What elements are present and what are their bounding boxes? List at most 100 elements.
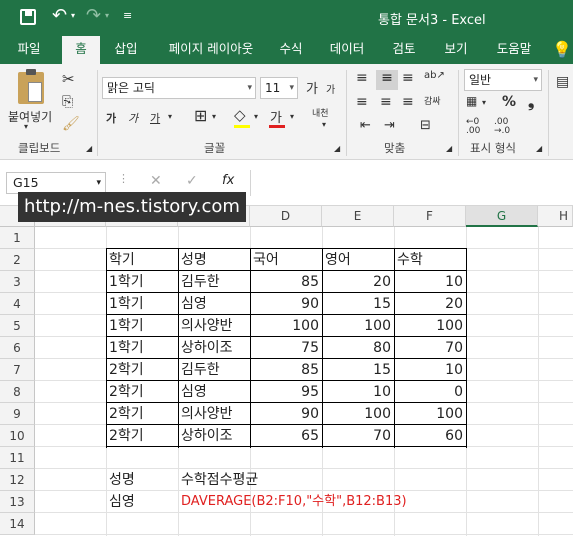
- table-cell[interactable]: 20: [322, 271, 394, 293]
- chevron-down-icon[interactable]: ▾: [322, 120, 326, 129]
- underline-button[interactable]: 가: [150, 110, 160, 126]
- column-header-e[interactable]: E: [322, 206, 394, 227]
- row-header-11[interactable]: 11: [0, 447, 35, 469]
- tab-formulas[interactable]: 수식: [272, 36, 310, 64]
- table-cell[interactable]: 85: [250, 359, 322, 381]
- table-cell[interactable]: 심영: [178, 293, 250, 315]
- table-cell[interactable]: 95: [250, 381, 322, 403]
- decrease-indent-icon[interactable]: ⇤: [360, 118, 371, 133]
- align-middle-icon[interactable]: ≡: [376, 70, 398, 90]
- grow-font-button[interactable]: 가: [306, 78, 318, 97]
- paste-icon[interactable]: [18, 69, 44, 104]
- name-box[interactable]: G15 ▾: [6, 172, 106, 194]
- row-header-14[interactable]: 14: [0, 513, 35, 535]
- align-bottom-icon[interactable]: ≡: [402, 70, 414, 86]
- row-header-7[interactable]: 7: [0, 359, 35, 381]
- table-cell[interactable]: 10: [394, 271, 466, 293]
- column-header-f[interactable]: F: [394, 206, 466, 227]
- copy-icon[interactable]: ⎘: [62, 94, 73, 110]
- table-cell[interactable]: 70: [394, 337, 466, 359]
- percent-icon[interactable]: %: [502, 94, 516, 110]
- fill-color-icon[interactable]: ◇: [234, 106, 250, 128]
- dialog-launcher-icon[interactable]: ◢: [446, 144, 452, 153]
- table-cell[interactable]: 100: [250, 315, 322, 337]
- row-header-2[interactable]: 2: [0, 249, 35, 271]
- row-header-1[interactable]: 1: [0, 227, 35, 249]
- table-cell[interactable]: 의사양반: [178, 315, 250, 337]
- row-header-13[interactable]: 13: [0, 491, 35, 513]
- table-cell[interactable]: 의사양반: [178, 403, 250, 425]
- tab-view[interactable]: 보기: [436, 36, 476, 64]
- cell-b13[interactable]: 심영: [106, 491, 178, 513]
- cell-c13-formula[interactable]: DAVERAGE(B2:F10,"수학",B12:B13): [178, 491, 438, 513]
- table-cell[interactable]: 60: [394, 425, 466, 447]
- table-cell[interactable]: 상하이조: [178, 425, 250, 447]
- table-cell[interactable]: 상하이조: [178, 337, 250, 359]
- chevron-down-icon[interactable]: ▾: [254, 112, 258, 121]
- table-cell[interactable]: 15: [322, 293, 394, 315]
- align-right-icon[interactable]: ≡: [402, 94, 414, 110]
- tab-data[interactable]: 데이터: [322, 36, 372, 64]
- chevron-down-icon[interactable]: ▾: [482, 98, 486, 107]
- lightbulb-icon[interactable]: 💡: [552, 40, 572, 59]
- table-cell[interactable]: 2학기: [106, 425, 178, 447]
- cell-f2[interactable]: 수학: [394, 249, 466, 271]
- tab-file[interactable]: 파일: [8, 36, 50, 64]
- tab-home[interactable]: 홈: [62, 36, 100, 64]
- table-cell[interactable]: 85: [250, 271, 322, 293]
- table-cell[interactable]: 심영: [178, 381, 250, 403]
- worksheet-grid[interactable]: A B C D E F G H 1 2 3 4 5 6 7 8 9 10 11 …: [0, 206, 573, 536]
- table-cell[interactable]: 1학기: [106, 293, 178, 315]
- dialog-launcher-icon[interactable]: ◢: [334, 144, 340, 153]
- row-header-12[interactable]: 12: [0, 469, 35, 491]
- align-center-icon[interactable]: ≡: [380, 94, 392, 110]
- table-cell[interactable]: 80: [322, 337, 394, 359]
- cancel-icon[interactable]: ✕: [150, 173, 162, 189]
- column-header-d[interactable]: D: [250, 206, 322, 227]
- save-icon[interactable]: [20, 9, 36, 25]
- table-cell[interactable]: 75: [250, 337, 322, 359]
- cell-d2[interactable]: 국어: [250, 249, 322, 271]
- italic-button[interactable]: 가: [128, 110, 138, 126]
- cell-c2[interactable]: 성명: [178, 249, 250, 271]
- currency-icon[interactable]: ▦: [466, 94, 477, 108]
- table-cell[interactable]: 2학기: [106, 403, 178, 425]
- table-cell[interactable]: 20: [394, 293, 466, 315]
- cell-b12[interactable]: 성명: [106, 469, 178, 491]
- paste-button[interactable]: 붙여넣기: [8, 108, 52, 125]
- orientation-icon[interactable]: ab↗: [424, 70, 445, 81]
- table-cell[interactable]: 100: [322, 403, 394, 425]
- row-header-6[interactable]: 6: [0, 337, 35, 359]
- row-header-3[interactable]: 3: [0, 271, 35, 293]
- table-cell[interactable]: 100: [394, 315, 466, 337]
- cell-b2[interactable]: 학기: [106, 249, 178, 271]
- bold-button[interactable]: 가: [106, 110, 116, 126]
- table-cell[interactable]: 90: [250, 293, 322, 315]
- comma-icon[interactable]: ❟: [528, 92, 534, 112]
- redo-icon[interactable]: ↷: [86, 5, 101, 26]
- merge-icon[interactable]: ⊟: [420, 118, 431, 133]
- tab-review[interactable]: 검토: [384, 36, 424, 64]
- table-cell[interactable]: 65: [250, 425, 322, 447]
- styles-icon[interactable]: ▤: [556, 74, 569, 90]
- table-cell[interactable]: 15: [322, 359, 394, 381]
- border-icon[interactable]: ⊞: [194, 106, 207, 125]
- table-cell[interactable]: 100: [322, 315, 394, 337]
- insert-function-icon[interactable]: fx: [222, 173, 234, 188]
- font-size-dropdown[interactable]: 11 ▾: [260, 77, 298, 99]
- tab-insert[interactable]: 삽입: [106, 36, 146, 64]
- chevron-down-icon[interactable]: ▾: [105, 11, 109, 20]
- cell-c12[interactable]: 수학점수평균: [178, 469, 322, 491]
- enter-icon[interactable]: ✓: [186, 173, 198, 189]
- table-cell[interactable]: 1학기: [106, 271, 178, 293]
- number-format-dropdown[interactable]: 일반 ▾: [464, 69, 542, 91]
- table-cell[interactable]: 90: [250, 403, 322, 425]
- shrink-font-button[interactable]: 가: [326, 81, 335, 96]
- chevron-down-icon[interactable]: ▾: [290, 112, 294, 121]
- font-color-button[interactable]: 가: [270, 107, 282, 126]
- table-cell[interactable]: 김두한: [178, 271, 250, 293]
- column-header-h[interactable]: H: [538, 206, 573, 227]
- format-painter-icon[interactable]: 🖌: [62, 116, 80, 132]
- table-cell[interactable]: 100: [394, 403, 466, 425]
- row-header-9[interactable]: 9: [0, 403, 35, 425]
